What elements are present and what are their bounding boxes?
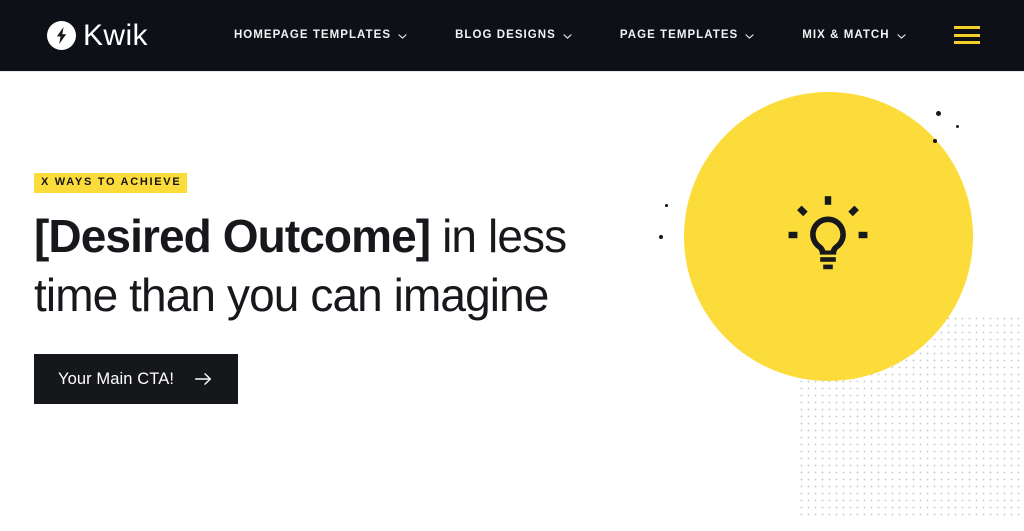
hero-copy: X WAYS TO ACHIEVE [Desired Outcome] in l…	[34, 172, 644, 404]
brand-name: Kwik	[83, 18, 148, 52]
hamburger-bar	[954, 41, 980, 44]
nav-item-label: PAGE TEMPLATES	[619, 28, 739, 41]
chevron-down-icon	[897, 32, 906, 41]
hamburger-bar	[954, 33, 980, 37]
decor-dot	[936, 111, 941, 116]
nav-item-blog-designs[interactable]: BLOG DESIGNS	[431, 28, 596, 42]
decor-dot	[956, 125, 959, 128]
hero-cta-button[interactable]: Your Main CTA!	[34, 353, 239, 404]
decor-dot	[659, 235, 664, 240]
nav-item-page-templates[interactable]: PAGE TEMPLATES	[596, 28, 778, 42]
main-navigation: HOMEPAGE TEMPLATES BLOG DESIGNS PAGE TEM…	[210, 28, 930, 42]
hamburger-bar	[954, 26, 980, 29]
decor-dot	[933, 139, 937, 143]
lightning-bolt-icon	[47, 21, 76, 50]
hero-cta-label: Your Main CTA!	[58, 369, 175, 388]
site-header: Kwik HOMEPAGE TEMPLATES BLOG DESIGNS PAG…	[0, 0, 1024, 72]
hero-headline-strong: [Desired Outcome]	[34, 209, 431, 262]
chevron-down-icon	[398, 32, 407, 41]
nav-item-label: BLOG DESIGNS	[455, 28, 556, 41]
nav-item-homepage-templates[interactable]: HOMEPAGE TEMPLATES	[210, 28, 431, 42]
hero-eyebrow-badge: X WAYS TO ACHIEVE	[34, 173, 188, 193]
lightbulb-idea-icon	[782, 190, 874, 282]
brand-logo[interactable]: Kwik	[47, 18, 148, 52]
hero-section: X WAYS TO ACHIEVE [Desired Outcome] in l…	[0, 73, 1024, 531]
arrow-right-icon	[195, 372, 212, 386]
nav-item-mix-and-match[interactable]: MIX & MATCH	[778, 28, 929, 42]
chevron-down-icon	[745, 32, 754, 41]
nav-item-label: MIX & MATCH	[802, 28, 890, 41]
hero-headline: [Desired Outcome] in less time than you …	[34, 207, 644, 325]
page-root: Kwik HOMEPAGE TEMPLATES BLOG DESIGNS PAG…	[0, 0, 1024, 531]
chevron-down-icon	[563, 32, 572, 41]
nav-item-label: HOMEPAGE TEMPLATES	[233, 28, 392, 41]
hamburger-menu-icon[interactable]	[954, 24, 980, 46]
decor-dot	[665, 204, 668, 207]
hero-illustration	[630, 73, 1024, 531]
